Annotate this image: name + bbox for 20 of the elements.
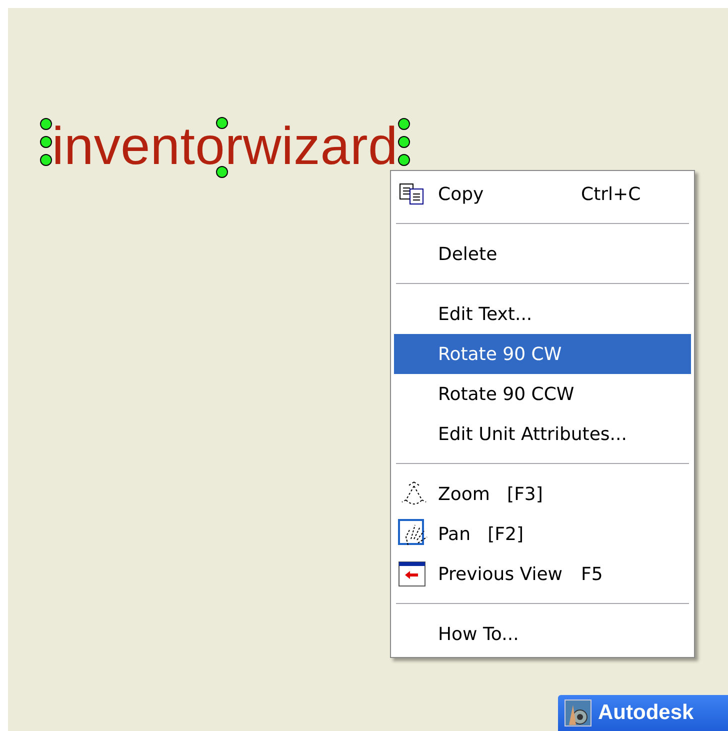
- selection-handle[interactable]: [40, 136, 52, 148]
- selection-handle[interactable]: [40, 154, 52, 166]
- menu-item[interactable]: Rotate 90 CW: [394, 334, 691, 374]
- menu-item[interactable]: How To...: [394, 614, 691, 654]
- menu-item[interactable]: Rotate 90 CCW: [394, 374, 691, 414]
- selection-handle[interactable]: [216, 166, 228, 178]
- menu-item[interactable]: Copy Ctrl+C: [394, 174, 691, 214]
- menu-item[interactable]: Edit Text...: [394, 294, 691, 334]
- selection-handle[interactable]: [398, 118, 410, 130]
- menu-item[interactable]: Delete: [394, 234, 691, 274]
- selection-handle[interactable]: [40, 118, 52, 130]
- taskbar-button[interactable]: Autodesk: [558, 695, 728, 731]
- menu-item[interactable]: Zoom [F3]: [394, 474, 691, 514]
- menu-item[interactable]: Edit Unit Attributes...: [394, 414, 691, 454]
- previous-view-icon: [398, 561, 426, 587]
- selection-handle[interactable]: [398, 136, 410, 148]
- menu-item[interactable]: Pan [F2]: [394, 514, 691, 554]
- app-icon: [564, 699, 592, 727]
- menu-item[interactable]: Previous View F5: [394, 554, 691, 594]
- selection-handle[interactable]: [398, 154, 410, 166]
